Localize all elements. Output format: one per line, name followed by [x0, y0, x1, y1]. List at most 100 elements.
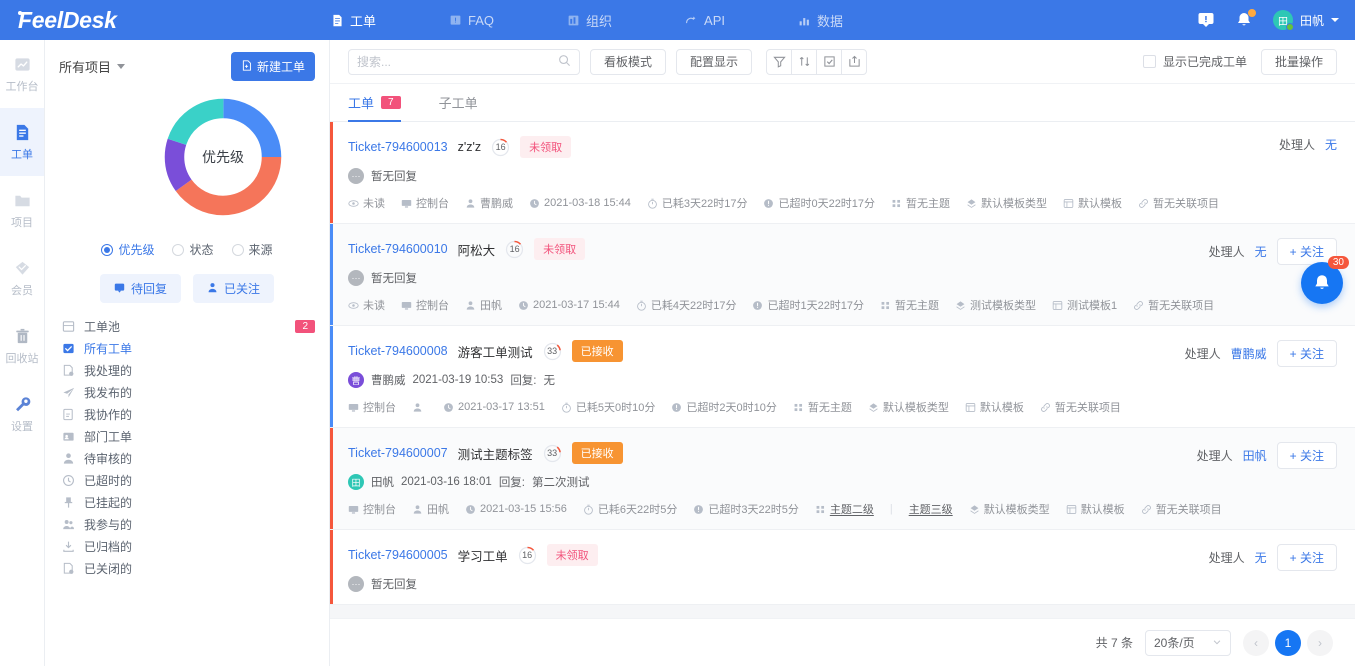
search-input[interactable]	[357, 54, 558, 69]
nav-item-timed-out[interactable]: 已超时的	[45, 469, 329, 491]
meta-text: 暂无主题	[895, 300, 940, 312]
ticket-row[interactable]: Ticket-794600008 游客工单测试 33 已接收 曹 曹鹏威 202…	[330, 326, 1355, 428]
follow-button[interactable]: + 关注	[1276, 442, 1337, 469]
filter-icon[interactable]	[766, 48, 793, 75]
meta-text: 暂无关联项目	[1148, 300, 1215, 312]
ticket-id[interactable]: Ticket-794600013	[348, 140, 448, 154]
pill-pending-reply[interactable]: 待回复	[99, 274, 181, 303]
priority-stripe	[330, 326, 333, 427]
config-display-button[interactable]: 配置显示	[676, 48, 753, 75]
meta-user: 曹鹏威	[465, 195, 513, 211]
search-box[interactable]	[348, 48, 580, 75]
nav-item-suspended[interactable]: 已挂起的	[45, 491, 329, 513]
ticket-row[interactable]: Ticket-794600013 z'z'z 16 未领取 ··· 暂无回复 未…	[330, 122, 1355, 224]
prev-page-button[interactable]: ‹	[1243, 629, 1269, 656]
topnav-item-api[interactable]: API	[684, 13, 725, 28]
left-panel: 所有项目 新建工单 优先级 优先级 状态 来源 待回复 已关注 工单池 2 所有…	[45, 40, 330, 666]
new-ticket-button[interactable]: 新建工单	[230, 52, 315, 81]
search-icon	[558, 54, 571, 70]
ticket-title[interactable]: 测试主题标签	[458, 444, 533, 463]
chevron-down-icon	[1331, 18, 1339, 22]
meta-source: 控制台	[401, 195, 449, 211]
meta-theme-l2: 主题二级	[815, 501, 874, 517]
sort-icon[interactable]	[791, 48, 818, 75]
timer-icon	[583, 504, 594, 515]
app-logo-text: FeelDesk	[18, 6, 117, 33]
page-button-1[interactable]: 1	[1275, 629, 1301, 656]
rail-item-tickets[interactable]: 工单	[0, 108, 44, 176]
rail-item-projects[interactable]: 项目	[0, 176, 44, 244]
message-icon[interactable]	[1197, 11, 1215, 29]
export-icon[interactable]	[841, 48, 868, 75]
bell-icon[interactable]	[1235, 9, 1256, 29]
show-completed-checkbox[interactable]: 显示已完成工单	[1142, 53, 1247, 70]
radio-priority[interactable]: 优先级	[101, 241, 154, 258]
ticket-id[interactable]: Ticket-794600008	[348, 344, 448, 358]
radio-status[interactable]: 状态	[172, 241, 214, 258]
nav-item-department-tickets[interactable]: 部门工单	[45, 425, 329, 447]
ticket-id[interactable]: Ticket-794600005	[348, 548, 448, 562]
ticket-row[interactable]: Ticket-794600005 学习工单 16 未领取 ··· 暂无回复 处理…	[330, 530, 1355, 605]
tab-tickets[interactable]: 工单 7	[348, 84, 401, 122]
ticket-id[interactable]: Ticket-794600010	[348, 242, 448, 256]
ticket-title[interactable]: 学习工单	[458, 546, 508, 565]
meta-text: 已耗3天22时17分	[661, 198, 748, 210]
nav-item-closed[interactable]: 已关闭的	[45, 557, 329, 579]
follow-button[interactable]: + 关注	[1276, 544, 1337, 571]
nav-item-published-by-me[interactable]: 我发布的	[45, 381, 329, 403]
nav-item-archived[interactable]: 已归档的	[45, 535, 329, 557]
batch-action-button[interactable]: 批量操作	[1260, 48, 1337, 75]
page-size-selector[interactable]: 20条/页	[1145, 629, 1231, 656]
ticket-row[interactable]: Ticket-794600010 阿松大 16 未领取 ··· 暂无回复 未读 …	[330, 224, 1355, 326]
radio-source[interactable]: 来源	[231, 241, 273, 258]
import-icon[interactable]	[816, 48, 843, 75]
follow-button[interactable]: + 关注	[1276, 340, 1337, 367]
rail-label: 设置	[11, 420, 33, 433]
ticket-icon	[13, 123, 32, 142]
meta-text: 已超时1天22时17分	[767, 300, 865, 312]
topnav-item-data[interactable]: 数据	[797, 11, 843, 30]
collab-icon	[61, 407, 75, 421]
user-icon	[465, 300, 476, 311]
rail-item-settings[interactable]: 设置	[0, 380, 44, 448]
notification-fab[interactable]: 30	[1301, 256, 1349, 304]
meta-link[interactable]: 主题二级	[830, 501, 874, 517]
nav-item-collaborated[interactable]: 我协作的	[45, 403, 329, 425]
ticket-handler: 处理人 曹鹏威 + 关注	[1185, 340, 1337, 367]
app-logo[interactable]: FeelDesk	[0, 7, 330, 34]
pill-followed[interactable]: 已关注	[193, 274, 275, 303]
document-icon	[330, 13, 344, 27]
ticket-title[interactable]: 游客工单测试	[458, 342, 533, 361]
rail-item-members[interactable]: 会员	[0, 244, 44, 312]
meta-link[interactable]: 主题三级	[909, 501, 953, 517]
nav-item-ticket-pool[interactable]: 工单池 2	[45, 315, 329, 337]
rail-item-workbench[interactable]: 工作台	[0, 40, 44, 108]
meta-overtime: 已超时1天22时17分	[752, 297, 864, 313]
board-mode-button[interactable]: 看板模式	[590, 48, 667, 75]
donut-center-label: 优先级	[202, 149, 244, 165]
radio-label: 优先级	[118, 243, 155, 257]
pool-icon	[61, 319, 75, 333]
nav-item-all-tickets[interactable]: 所有工单	[45, 337, 329, 359]
priority-donut-chart[interactable]: 优先级	[45, 93, 329, 221]
tab-subtickets[interactable]: 子工单	[439, 84, 478, 122]
template-icon	[1066, 504, 1077, 515]
user-menu[interactable]: 田 田帆	[1272, 10, 1339, 31]
nav-item-pending-review[interactable]: 待审核的	[45, 447, 329, 469]
topnav-item-tickets[interactable]: 工单	[330, 11, 376, 30]
ticket-id[interactable]: Ticket-794600007	[348, 446, 448, 460]
ticket-row[interactable]: Ticket-794600007 测试主题标签 33 已接收 田 田帆 2021…	[330, 428, 1355, 530]
meta-text: 默认模板类型	[882, 402, 949, 414]
nav-item-participated[interactable]: 我参与的	[45, 513, 329, 535]
ticket-title[interactable]: 阿松大	[458, 240, 496, 259]
rail-item-recycle[interactable]: 回收站	[0, 312, 44, 380]
topnav-item-org[interactable]: 组织	[566, 11, 612, 30]
topnav-item-faq[interactable]: FAQ	[448, 13, 494, 28]
nav-item-handled-by-me[interactable]: 我处理的	[45, 359, 329, 381]
meta-overtime: 已超时3天22时5分	[693, 501, 799, 517]
ticket-title[interactable]: z'z'z	[458, 140, 482, 154]
meta-text: 田帆	[480, 300, 502, 312]
next-page-button[interactable]: ›	[1307, 629, 1333, 656]
project-selector[interactable]: 所有项目	[59, 57, 126, 76]
chevron-down-icon	[1212, 636, 1222, 650]
